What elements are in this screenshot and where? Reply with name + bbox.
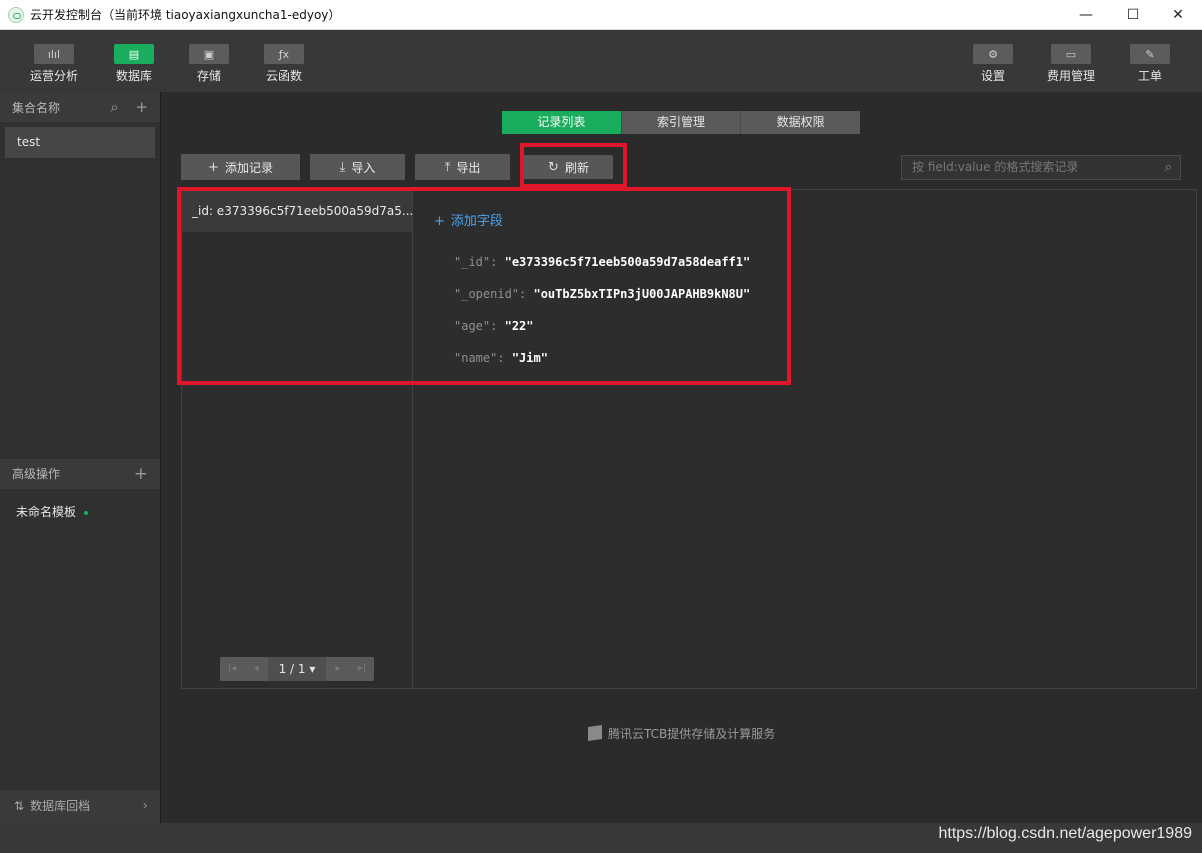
tab-indexes[interactable]: 索引管理 [621,111,742,134]
add-record-button[interactable]: + 添加记录 [181,154,300,180]
footnote-text: 腾讯云TCB提供存储及计算服务 [608,727,776,741]
tab-bar: 记录列表 索引管理 数据权限 [502,111,861,134]
upload-icon: ⤒ [444,159,451,175]
add-record-label: 添加记录 [224,160,273,175]
ticket-icon: ✎ [1130,44,1170,64]
function-icon: ƒx [264,44,304,64]
first-page-icon[interactable]: |◂ [220,657,244,681]
toolbar-database-button[interactable]: ▤ 数据库 [104,44,164,88]
last-page-icon[interactable]: ▸| [350,657,374,681]
template-item[interactable]: 未命名模板 [16,503,89,520]
toolbar-billing-label: 费用管理 [1046,69,1095,83]
toolbar-billing-button[interactable]: ▭ 费用管理 [1041,44,1101,88]
collections-header: 集合名称 ⌕ + [0,92,160,122]
advanced-header-label: 高级操作 [12,467,61,481]
export-button[interactable]: ⤒ 导出 [415,154,510,180]
refresh-highlight-box [520,143,627,188]
sidebar: 集合名称 ⌕ + test 高级操作 + 未命名模板 ⇅ 数据库回档 › [0,92,161,823]
download-icon: ⤓ [339,159,346,175]
toolbar-ticket-label: 工单 [1137,69,1162,83]
search-icon[interactable]: ⌕ [1165,156,1172,179]
toolbar-settings-label: 设置 [980,69,1005,83]
search-placeholder: 按 field:value 的格式搜索记录 [912,160,1079,174]
import-label: 导入 [351,160,376,175]
toolbar-analytics-label: 运营分析 [29,69,78,83]
advanced-header: 高级操作 + [0,459,160,489]
plus-icon: + [208,159,219,175]
window-titlebar: 云开发控制台（当前环境 tiaoyaxiangxuncha1-edyoy） — … [0,0,1202,30]
tab-permissions[interactable]: 数据权限 [741,111,861,134]
sort-icon: ⇅ [14,799,25,813]
prev-page-icon[interactable]: ◂ [244,657,268,681]
add-template-icon[interactable]: + [134,459,148,489]
status-dot-icon [84,510,89,515]
toolbar-analytics-button[interactable]: ılıl 运营分析 [24,44,84,88]
next-page-icon[interactable]: ▸ [326,657,350,681]
import-button[interactable]: ⤓ 导入 [310,154,405,180]
footnote: 腾讯云TCB提供存储及计算服务 [588,725,775,742]
add-collection-icon[interactable]: + [135,98,148,116]
window-title: 云开发控制台（当前环境 tiaoyaxiangxuncha1-edyoy） [30,8,341,22]
toolbar-functions-label: 云函数 [265,69,302,83]
pagination: |◂ ◂ 1 / 1 ▾ ▸ ▸| [220,657,374,681]
billing-icon: ▭ [1051,44,1091,64]
status-bar: https://blog.csdn.net/agepower1989 [0,823,1202,853]
db-rollback-label: 数据库回档 [30,799,91,813]
search-input[interactable]: 按 field:value 的格式搜索记录 ⌕ [901,155,1181,180]
bar-chart-icon: ılıl [34,44,74,64]
chevron-right-icon: › [142,798,148,814]
page-select[interactable]: 1 / 1 ▾ [268,657,326,681]
record-highlight-box [177,187,791,385]
storage-icon: ▣ [189,44,229,64]
toolbar-storage-label: 存储 [196,69,221,83]
main-content: 记录列表 索引管理 数据权限 + 添加记录 ⤓ 导入 ⤒ 导出 ↻ 刷新 按 field… [161,92,1202,823]
export-label: 导出 [456,160,481,175]
close-button[interactable]: ✕ [1155,0,1201,30]
collections-header-label: 集合名称 [12,100,61,115]
db-rollback-button[interactable]: ⇅ 数据库回档 › [0,790,160,823]
minimize-button[interactable]: — [1063,0,1109,30]
toolbar-settings-button[interactable]: ⚙ 设置 [963,44,1023,88]
database-icon: ▤ [114,44,154,64]
top-toolbar: ılıl 运营分析 ▤ 数据库 ▣ 存储 ƒx 云函数 ⚙ 设置 ▭ 费用管理 … [0,30,1202,92]
maximize-button[interactable]: ☐ [1110,0,1156,30]
tab-records[interactable]: 记录列表 [502,111,622,134]
gear-icon: ⚙ [973,44,1013,64]
toolbar-functions-button[interactable]: ƒx 云函数 [254,44,314,88]
watermark: https://blog.csdn.net/agepower1989 [938,825,1192,842]
template-label: 未命名模板 [16,505,77,519]
app-logo-icon [8,6,24,23]
tcb-logo-icon [588,725,602,741]
toolbar-ticket-button[interactable]: ✎ 工单 [1120,44,1180,88]
toolbar-storage-button[interactable]: ▣ 存储 [179,44,239,88]
toolbar-database-label: 数据库 [115,69,152,83]
collection-item[interactable]: test [5,127,155,158]
search-icon[interactable]: ⌕ [110,98,118,116]
